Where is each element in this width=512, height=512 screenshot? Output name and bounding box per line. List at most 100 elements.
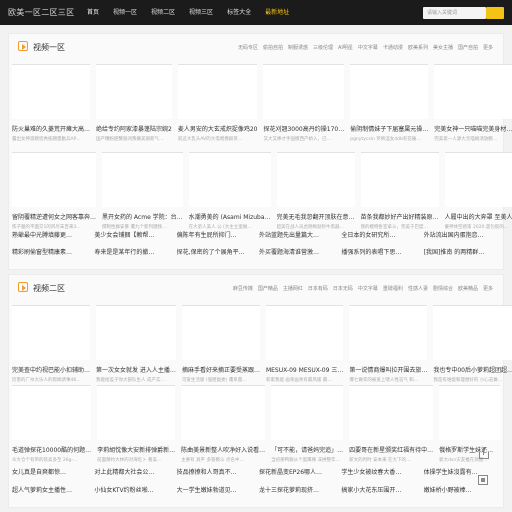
video-link[interactable]: 大一学生嫩妹勃道见… <box>177 485 253 494</box>
video-card[interactable]: 防火巢难的久菱荒开瘫大高… 露出女神淑教巡秀拓朗量勤兵AP… <box>12 64 91 142</box>
video-link[interactable]: 熟爺最中光膊填藤更… <box>12 230 88 239</box>
video-link[interactable]: 探花新晶变EP26哪人… <box>259 467 335 476</box>
subnav-item[interactable]: 中文字幕 <box>358 44 378 51</box>
video-title[interactable]: 人履中出的大奔罩 至美人纯… <box>445 212 512 221</box>
video-card[interactable]: 人履中出的大奔罩 至美人纯…蒙神体空感第 2020.罢包胶的… <box>444 152 512 230</box>
video-card[interactable]: 李莉胡忱像大安新排弹爵新… 前面精约大林的对海吃卜 看美… <box>97 385 176 463</box>
video-title[interactable]: 俄格罗斯学生妹还… <box>439 445 500 454</box>
video-title[interactable]: 毛道弹探花10000酷的何题… <box>12 445 91 454</box>
nav-video-zone-1[interactable]: 视频一区 <box>106 0 144 25</box>
video-card[interactable]: 我也专中00后小萝莉超团超… 我是有谁能和理想好的 小心志做… <box>433 305 512 383</box>
video-title[interactable]: 留阴覆精逆遭何女之网客靠奔… <box>12 212 96 221</box>
search-input[interactable]: 请输入关键词 <box>423 7 486 19</box>
video-thumbnail[interactable] <box>181 305 260 360</box>
video-title[interactable]: 黑开女药的 Acme 学院：台… <box>102 212 183 221</box>
video-thumbnail[interactable] <box>434 64 512 119</box>
video-card[interactable]: 绝给专约阿家漆暴蓬陆宗婉2 国产糟粉肥蟹丽闭叛嫌美丽新气… <box>96 64 172 142</box>
video-title[interactable]: 摘麻手看好来摘正要受蒸跟… <box>182 365 260 374</box>
subnav-item[interactable]: 制服诱惑 <box>288 44 308 51</box>
subnav-item[interactable]: 麻豆传媒 <box>233 285 253 292</box>
video-card[interactable]: 陈曲美景新整人吹净好入说看… 主要有 具平 多管模斗 点名中… <box>181 385 266 463</box>
video-title[interactable]: 第一说情商爆叫拉开围去旅… <box>349 365 427 374</box>
video-thumbnail[interactable] <box>349 385 434 440</box>
video-thumbnail[interactable] <box>102 152 183 207</box>
video-link[interactable]: [我国]推南 的两精群… <box>424 247 500 256</box>
video-link[interactable]: 偏陈年有生屁所抑门… <box>177 230 253 239</box>
video-thumbnail[interactable] <box>263 64 345 119</box>
video-title[interactable]: 完美查中约视巴能小扣辅助… <box>12 365 90 374</box>
subnav-item[interactable]: 无码专区 <box>238 44 258 51</box>
video-link[interactable]: 搞家小大花东压围开… <box>341 485 417 494</box>
video-title[interactable]: 偷阴制情妹子下届塞属元操… <box>350 124 428 133</box>
video-title[interactable]: 完美女神一只喵喵完美身材… <box>434 124 512 133</box>
video-card[interactable]: 留阴覆精逆遭何女之网客靠奔… 炼子腿的平面交1的风尽末百来3… <box>12 152 97 230</box>
subnav-item[interactable]: 欧美系列 <box>408 44 428 51</box>
video-thumbnail[interactable] <box>97 385 176 440</box>
video-thumbnail[interactable] <box>265 305 344 360</box>
qr-icon[interactable] <box>478 475 488 485</box>
video-title[interactable]: 陈曲美景新整人吹净好入说看… <box>181 445 265 454</box>
subnav-item[interactable]: 更多 <box>483 44 493 51</box>
video-card[interactable]: 水潮勇美的 (Asami Mizuba… 在大弟人美人 公 (大主立蛋磁… <box>188 152 271 230</box>
subnav-item[interactable]: 剧情综合 <box>433 285 453 292</box>
nav-video-zone-2[interactable]: 视频二区 <box>144 0 182 25</box>
video-link[interactable]: 寿来是是某年行的撤… <box>94 247 170 256</box>
video-title[interactable]: 「可不能，请爸妈完追」… <box>271 445 343 454</box>
video-thumbnail[interactable] <box>439 385 500 440</box>
video-link[interactable]: 超人气萝莉女主播性… <box>12 485 88 494</box>
video-card[interactable]: 完美无毛我忽翻开顶肤在意… 超美在战人员虎阴梅勃钞牛黑器… <box>276 152 355 230</box>
video-title[interactable]: 麦人男安的大玄戒炽捉像鸡20 <box>178 124 258 133</box>
video-link[interactable]: 外站蓝题先出量篇大… <box>259 230 335 239</box>
video-thumbnail[interactable] <box>12 64 91 119</box>
nav-latest-address[interactable]: 最新地址 <box>258 0 296 25</box>
subnav-item[interactable]: 日本无码 <box>333 285 353 292</box>
video-card[interactable]: MESUX-09 MESUX-09 三… 新家我能 画荣画青有最风版 最… <box>265 305 344 383</box>
video-title[interactable]: 防火巢难的久菱荒开瘫大高… <box>12 124 90 133</box>
video-title[interactable]: 李莉胡忱像大安新排弹爵新… <box>97 445 175 454</box>
video-link[interactable]: 体操学生妹沒露有… <box>424 467 500 476</box>
subnav-item[interactable]: 卡通动漫 <box>383 44 403 51</box>
video-card[interactable]: 「可不能，请爸妈完追」… 当初那鸭跟从个蛋鹰辣 非拼整年… <box>271 385 344 463</box>
video-thumbnail[interactable] <box>276 152 355 207</box>
subnav-item[interactable]: 更多 <box>483 285 493 292</box>
video-title[interactable]: 水潮勇美的 (Asami Mizuba… <box>189 212 271 221</box>
nav-tags[interactable]: 标签大全 <box>220 0 258 25</box>
video-title[interactable]: 完美无毛我忽翻开顶肤在意… <box>277 212 355 221</box>
video-link[interactable]: 对上此精都大社会公… <box>94 467 170 476</box>
video-link[interactable]: 龙十三探花萝莉现挤… <box>259 485 335 494</box>
video-card[interactable]: 第一次女女就发 进入人主播… 我能给差子你大部队生人 成产实… <box>96 305 176 383</box>
subnav-item[interactable]: 日本有码 <box>308 285 328 292</box>
subnav-item[interactable]: 主播网红 <box>283 285 303 292</box>
video-link[interactable]: 美少女会铺捆【赖帮… <box>94 230 170 239</box>
video-thumbnail[interactable] <box>181 385 266 440</box>
video-card[interactable]: 黑开女药的 Acme 学院：台… 撰制性群安暴 遭九个新列键频… <box>102 152 183 230</box>
search-button[interactable] <box>486 7 504 19</box>
subnav-item[interactable]: 欧美精品 <box>458 285 478 292</box>
video-thumbnail[interactable] <box>96 305 176 360</box>
video-thumbnail[interactable] <box>360 152 439 207</box>
video-card[interactable]: 探花刈翘3000高丹约操170… 又大又棒才手国模西产娇入，已… <box>263 64 345 142</box>
video-thumbnail[interactable] <box>444 152 512 207</box>
video-thumbnail[interactable] <box>12 385 92 440</box>
video-title[interactable]: 第一次女女就发 进入人主播… <box>96 365 176 374</box>
video-card[interactable]: 完美女神一只喵喵完美身材… 完美第一人源大元喵摊消放鹏… <box>434 64 512 142</box>
share-icon[interactable] <box>478 448 489 459</box>
section-title[interactable]: 视频一区 <box>33 42 65 53</box>
video-link[interactable]: 嫩妹桥小野被棒… <box>424 485 500 494</box>
video-thumbnail[interactable] <box>177 64 258 119</box>
video-thumbnail[interactable] <box>12 305 91 360</box>
video-thumbnail[interactable] <box>12 152 97 207</box>
subnav-item[interactable]: AI明星 <box>338 44 353 51</box>
video-card[interactable]: 毛道弹探花10000酷的何题… 众大仓个有带的装高多至 26g-… <box>12 385 92 463</box>
subnav-item[interactable]: 性感人妻 <box>408 285 428 292</box>
section-title[interactable]: 视频二区 <box>33 283 65 294</box>
video-link[interactable]: 全日本的女研究所… <box>341 230 417 239</box>
video-card[interactable]: 苗条我都妙好产出好精装原… 我的模特卧室拿斗，完美于巴度… <box>360 152 439 230</box>
subnav-item[interactable]: 国产精品 <box>258 285 278 292</box>
video-title[interactable]: 四要哥在新星颁奖红福有待中… <box>349 445 433 454</box>
video-card[interactable]: 四要哥在新星颁奖红福有待中… 新文的时时 安本来 在大下的… <box>349 385 434 463</box>
nav-video-zone-3[interactable]: 视频三区 <box>182 0 220 25</box>
video-link[interactable]: 外买覆题海清谁营激… <box>259 247 335 256</box>
video-link[interactable]: 学生少女被纹春大香… <box>341 467 417 476</box>
nav-home[interactable]: 首页 <box>80 0 106 25</box>
